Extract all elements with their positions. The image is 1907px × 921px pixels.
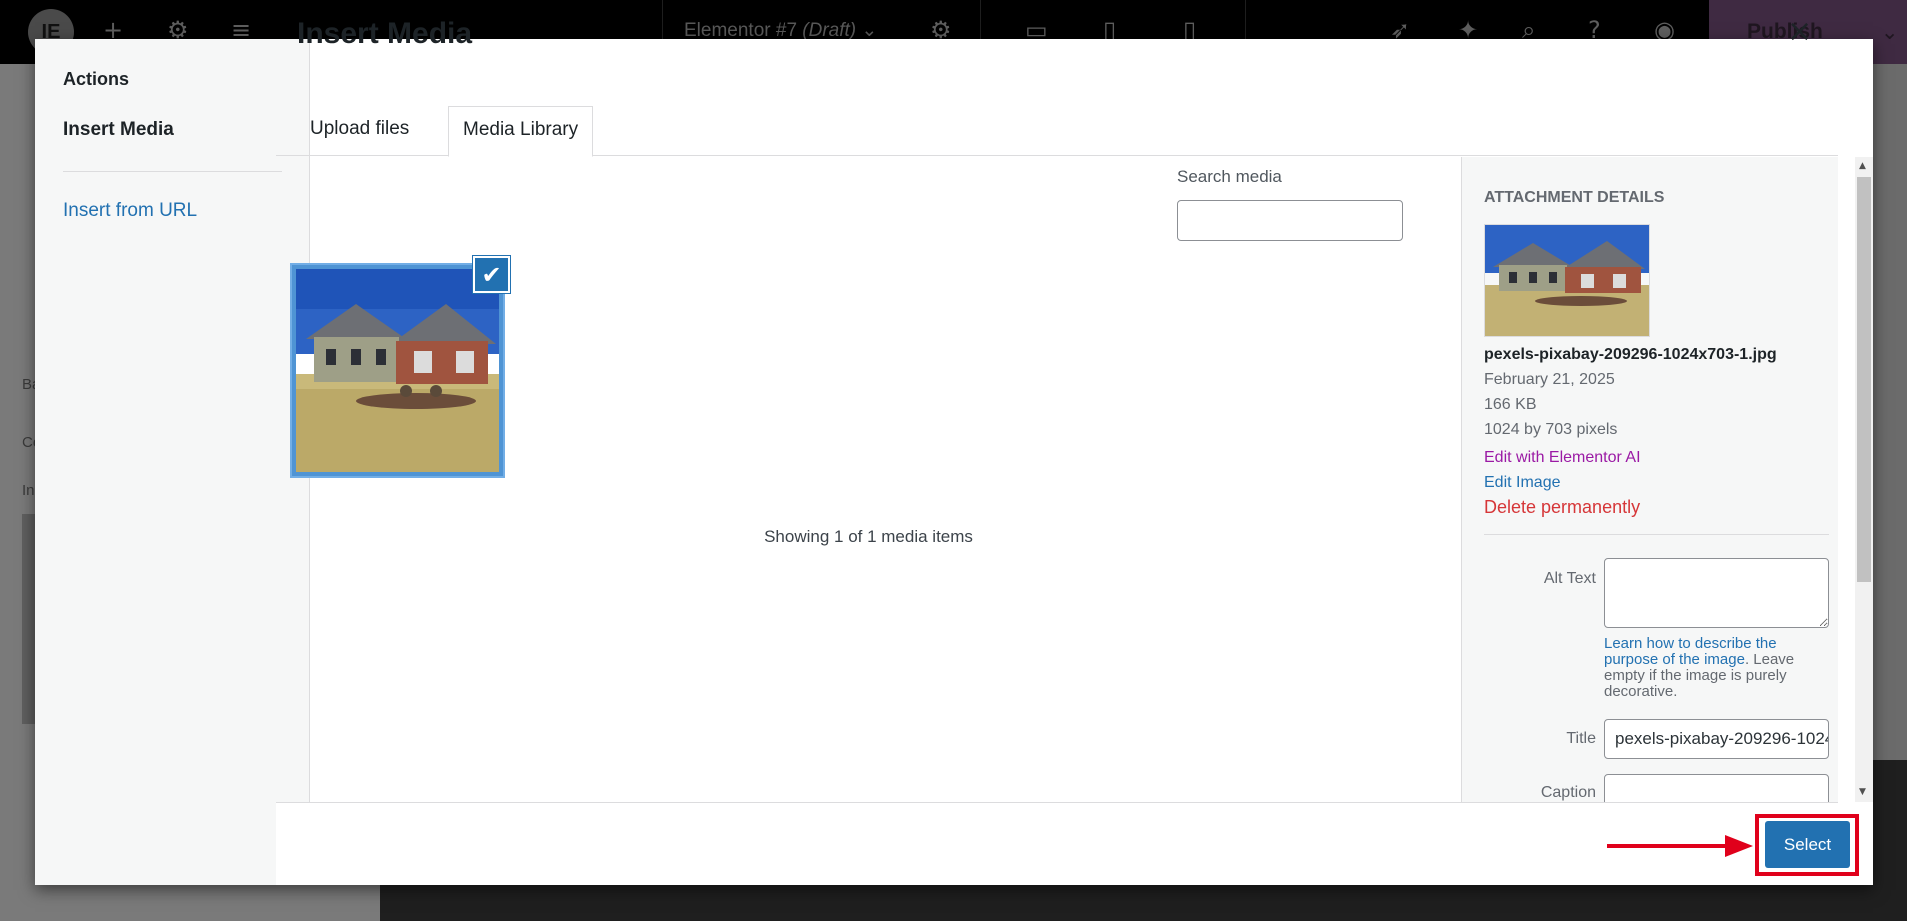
menu-item-insert-from-url[interactable]: Insert from URL (63, 200, 197, 222)
attachment-filename: pexels-pixabay-209296-1024x703-1.jpg (1484, 346, 1777, 363)
tab-upload-files[interactable]: Upload files (296, 106, 423, 156)
media-router-tabs: Upload files Media Library (276, 68, 1838, 157)
menu-item-insert-media[interactable]: Insert Media (63, 119, 174, 141)
title-label: Title (1566, 730, 1596, 747)
alt-text-field[interactable] (1604, 558, 1829, 628)
attachment-dimensions: 1024 by 703 pixels (1484, 421, 1618, 438)
menu-heading: Actions (63, 69, 130, 89)
search-input[interactable] (1177, 200, 1403, 241)
delete-permanently-link[interactable]: Delete permanently (1484, 497, 1640, 518)
menu-separator (63, 171, 282, 172)
details-separator (1484, 534, 1829, 535)
modal-title: Insert Media (297, 17, 473, 50)
house-image (1485, 225, 1649, 336)
scrollbar-thumb[interactable] (1857, 177, 1871, 582)
panel-text: In (22, 482, 35, 499)
scroll-down-icon[interactable]: ▼ (1859, 787, 1866, 797)
scroll-up-icon[interactable]: ▲ (1859, 161, 1866, 171)
house-image (296, 269, 499, 472)
search-label: Search media (1177, 167, 1282, 186)
media-library-content: Search media ✔ Showing 1 of 1 media item… (276, 157, 1461, 802)
edit-with-ai-link[interactable]: Edit with Elementor AI (1484, 449, 1641, 467)
attachment-date: February 21, 2025 (1484, 371, 1615, 388)
alt-text-label: Alt Text (1543, 570, 1596, 587)
attachment-filesize: 166 KB (1484, 396, 1537, 413)
document-status: (Draft) (802, 20, 857, 41)
media-count-text: Showing 1 of 1 media items (764, 527, 973, 546)
media-toolbar (276, 802, 1838, 885)
sidebar-scrollbar[interactable]: ▲ ▼ (1855, 157, 1873, 802)
chevron-down-icon[interactable]: ⌄ (1881, 20, 1899, 45)
caption-field[interactable] (1604, 774, 1829, 802)
tab-media-library[interactable]: Media Library (448, 106, 594, 157)
title-field[interactable]: pexels-pixabay-209296-1024x703-1 (1604, 719, 1829, 759)
attachment-details-heading: Attachment Details (1484, 189, 1665, 206)
close-icon[interactable]: × (1787, 17, 1812, 47)
select-button[interactable]: Select (1765, 821, 1850, 868)
media-frame-menu: Actions Insert Media Insert from URL (35, 39, 310, 885)
attachment-details-sidebar: Attachment Details pexels-pixabay-209296… (1461, 157, 1838, 802)
document-name: Elementor #7 (684, 20, 798, 41)
checkmark-icon[interactable]: ✔ (473, 256, 510, 293)
annotation-arrow-icon (1607, 835, 1753, 857)
attachment-preview (1484, 224, 1650, 337)
media-item-thumbnail[interactable] (292, 265, 503, 476)
caption-label: Caption (1540, 784, 1596, 801)
edit-image-link[interactable]: Edit Image (1484, 474, 1560, 492)
alt-text-help: Learn how to describe the purpose of the… (1604, 636, 1829, 700)
